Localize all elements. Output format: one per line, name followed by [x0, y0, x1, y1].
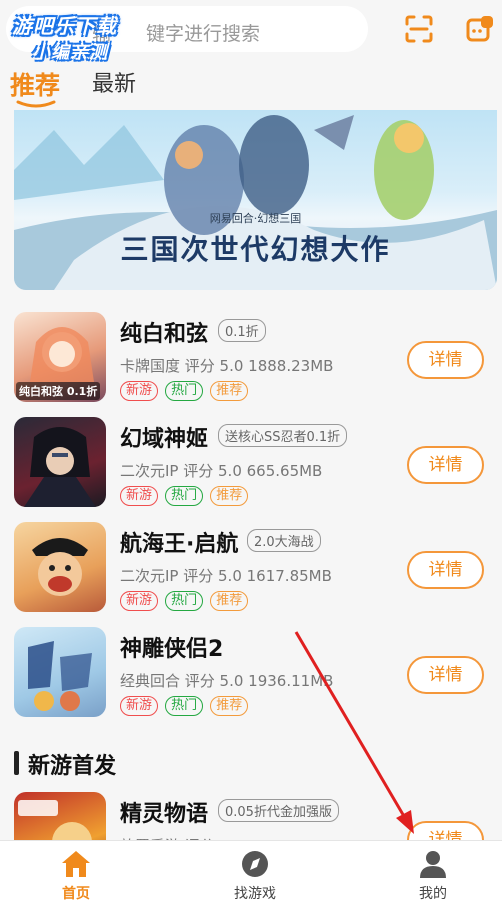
game-name[interactable]: 精灵物语	[120, 796, 208, 828]
tag-new: 新游	[120, 591, 159, 611]
section-title: 新游首发	[28, 754, 117, 779]
watermark-line1: 游吧乐下载	[12, 14, 117, 38]
game-meta: 二次元IP 评分 5.0 1617.85MB	[120, 567, 332, 585]
list-item[interactable]: 纯白和弦 0.1折 纯白和弦 0.1折 卡牌国度 评分 5.0 1888.23M…	[0, 300, 502, 405]
search-placeholder: 键字进行搜索	[146, 23, 261, 45]
game-tags: 新游 热门 推荐	[120, 589, 250, 611]
message-icon[interactable]	[465, 14, 495, 44]
tag-new: 新游	[120, 696, 159, 716]
compass-icon	[242, 851, 268, 877]
detail-button[interactable]: 详情	[407, 656, 484, 694]
game-meta: 卡牌国度 评分 5.0 1888.23MB	[120, 357, 334, 375]
user-icon	[420, 851, 446, 878]
thumbnail-art	[28, 641, 92, 711]
nav-label: 我的	[419, 886, 447, 902]
game-thumbnail[interactable]: 纯白和弦 0.1折	[14, 312, 106, 402]
game-name[interactable]: 纯白和弦	[120, 316, 208, 348]
game-meta: 二次元IP 评分 5.0 665.65MB	[120, 462, 323, 480]
game-thumbnail[interactable]	[14, 627, 106, 717]
list-item[interactable]: 航海王·启航 2.0大海战 二次元IP 评分 5.0 1617.85MB 新游 …	[0, 510, 502, 615]
list-item[interactable]: 神雕侠侣2 经典回合 评分 5.0 1936.11MB 新游 热门 推荐 详情	[0, 615, 502, 720]
game-tags: 新游 热门 推荐	[120, 484, 250, 506]
tag-recommended: 推荐	[210, 381, 249, 401]
tag-new: 新游	[120, 381, 159, 401]
nav-label: 找游戏	[234, 886, 276, 902]
game-name[interactable]: 神雕侠侣2	[120, 631, 223, 663]
bottom-nav: 首页 找游戏 我的	[0, 840, 502, 906]
scan-icon[interactable]	[404, 14, 434, 44]
detail-button[interactable]: 详情	[407, 446, 484, 484]
banner-subtitle: 网易回合·幻想三国	[209, 212, 302, 225]
tag-hot: 热门	[165, 696, 204, 716]
tag-hot: 热门	[165, 486, 204, 506]
top-bar: 输 键字进行搜索 游吧乐下载 小编亲测 推荐 最新	[0, 0, 502, 110]
section-accent-bar	[14, 751, 19, 775]
game-name[interactable]: 幻域神姬	[120, 421, 208, 453]
game-name[interactable]: 航海王·启航	[120, 526, 238, 558]
banner-title: 三国次世代幻想大作	[120, 233, 391, 266]
tag-recommended: 推荐	[210, 591, 249, 611]
tag-hot: 热门	[165, 381, 204, 401]
game-badge: 2.0大海战	[247, 529, 321, 552]
tab-latest[interactable]: 最新	[92, 66, 136, 98]
tab-active-indicator	[16, 100, 56, 108]
thumbnail-label: 纯白和弦 0.1折	[16, 382, 101, 400]
tag-new: 新游	[120, 486, 159, 506]
game-badge: 0.1折	[218, 319, 266, 342]
game-badge: 0.05折代金加强版	[218, 799, 339, 822]
game-thumbnail[interactable]	[14, 417, 106, 507]
tag-hot: 热门	[165, 591, 204, 611]
nav-find-games[interactable]: 找游戏	[205, 849, 305, 903]
list-item[interactable]: 幻域神姬 送核心SS忍者0.1折 二次元IP 评分 5.0 665.65MB 新…	[0, 405, 502, 510]
promo-banner[interactable]: 网易回合·幻想三国 三国次世代幻想大作	[14, 110, 497, 290]
nav-home[interactable]: 首页	[26, 849, 126, 903]
game-tags: 新游 热门 推荐	[120, 694, 250, 716]
detail-button[interactable]: 详情	[407, 551, 484, 589]
game-meta: 经典回合 评分 5.0 1936.11MB	[120, 672, 334, 690]
thumbnail-art	[32, 538, 88, 596]
tag-recommended: 推荐	[210, 696, 249, 716]
nav-label: 首页	[62, 886, 90, 902]
detail-button[interactable]: 详情	[407, 341, 484, 379]
tab-recommended[interactable]: 推荐	[10, 66, 60, 102]
game-badge: 送核心SS忍者0.1折	[218, 424, 348, 447]
game-tags: 新游 热门 推荐	[120, 379, 250, 401]
tag-recommended: 推荐	[210, 486, 249, 506]
home-icon	[62, 851, 90, 877]
game-thumbnail[interactable]	[14, 522, 106, 612]
nav-profile[interactable]: 我的	[383, 849, 483, 903]
watermark-line2: 小编亲测	[32, 42, 108, 63]
thumbnail-art	[24, 427, 96, 507]
